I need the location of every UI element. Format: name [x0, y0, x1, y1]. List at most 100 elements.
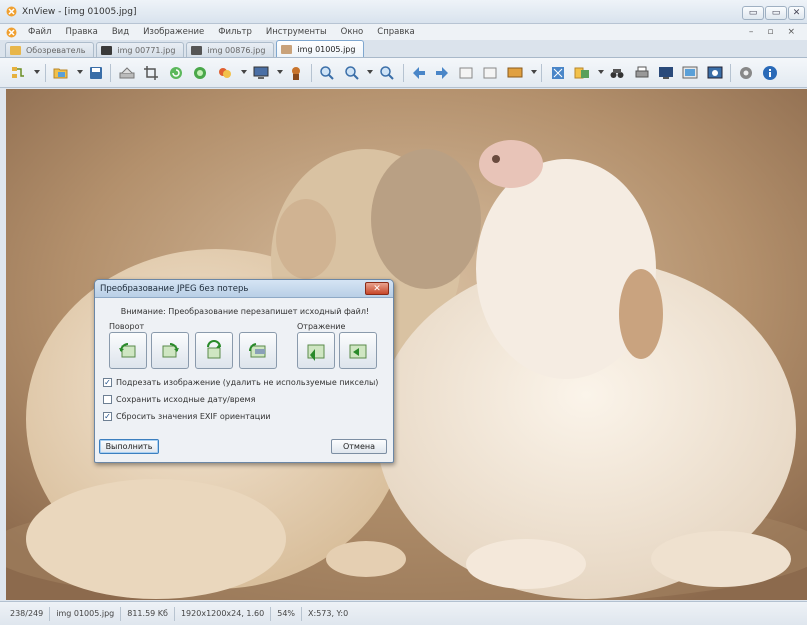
close-icon: ✕ — [373, 283, 381, 294]
option-trim-image[interactable]: ✓ Подрезать изображение (удалить не испо… — [103, 378, 378, 387]
screen-icon[interactable] — [657, 64, 675, 82]
menu-help[interactable]: Справка — [370, 24, 421, 40]
toolbar-separator — [110, 64, 111, 82]
xnview-logo-icon — [6, 6, 17, 17]
option-reset-exif[interactable]: ✓ Сбросить значения EXIF ориентации — [103, 412, 271, 421]
dialog-body: Внимание: Преобразование перезапишет исх… — [95, 298, 393, 462]
execute-button[interactable]: Выполнить — [99, 439, 159, 454]
capture-icon[interactable] — [706, 64, 724, 82]
toolbar-separator — [311, 64, 312, 82]
browser-tab-icon — [10, 45, 21, 55]
settings-icon[interactable] — [737, 64, 755, 82]
tab-image-00876[interactable]: img 00876.jpg — [186, 42, 275, 57]
monitor-icon[interactable] — [252, 64, 270, 82]
zoom-fit-icon[interactable] — [343, 64, 361, 82]
zoom-in-icon[interactable] — [318, 64, 336, 82]
flip-vertical-button[interactable] — [339, 332, 377, 369]
paint-icon[interactable] — [216, 64, 234, 82]
rotate-left-button[interactable] — [109, 332, 147, 369]
mdi-close-button[interactable]: × — [787, 27, 795, 37]
rotate-right-button[interactable] — [151, 332, 189, 369]
green-circle-icon[interactable] — [191, 64, 209, 82]
menu-filter[interactable]: Фильтр — [211, 24, 259, 40]
crop-icon[interactable] — [142, 64, 160, 82]
dialog-title-bar[interactable]: Преобразование JPEG без потерь ✕ — [95, 280, 393, 298]
jpeg-lossless-dialog: Преобразование JPEG без потерь ✕ Внимани… — [94, 279, 394, 463]
rotate-auto-icon — [248, 342, 266, 357]
window-title: XnView - [img 01005.jpg] — [22, 7, 137, 17]
status-image-index: 238/249 — [4, 606, 51, 621]
save-icon[interactable] — [87, 64, 105, 82]
rotate-180-button[interactable] — [195, 332, 233, 369]
menu-edit[interactable]: Правка — [58, 24, 104, 40]
keep-date-checkbox[interactable] — [103, 395, 112, 404]
refresh-icon[interactable] — [167, 64, 185, 82]
open-folder-icon[interactable] — [52, 64, 70, 82]
scanner-icon[interactable] — [118, 64, 136, 82]
reset-exif-label: Сбросить значения EXIF ориентации — [116, 412, 271, 421]
browser-icon[interactable] — [10, 64, 28, 82]
flip-horizontal-button[interactable] — [297, 332, 335, 369]
maximize-button[interactable]: ▭ — [765, 6, 787, 20]
browser-dropdown-icon[interactable] — [34, 70, 40, 74]
thumbnail-icon[interactable] — [681, 64, 699, 82]
image-tab-icon — [281, 44, 293, 54]
toolbar-separator — [403, 64, 404, 82]
compare-dropdown-icon[interactable] — [598, 70, 604, 74]
menu-window[interactable]: Окно — [334, 24, 371, 40]
tab-strip: Обозреватель img 00771.jpg img 00876.jpg… — [0, 40, 807, 58]
reset-exif-checkbox[interactable]: ✓ — [103, 412, 112, 421]
tab-browser[interactable]: Обозреватель — [5, 42, 95, 57]
mdi-minimize-button[interactable]: – — [749, 27, 754, 37]
paint-dropdown-icon[interactable] — [241, 70, 247, 74]
compare-icon[interactable] — [573, 64, 591, 82]
dialog-close-button[interactable]: ✕ — [365, 282, 389, 295]
rotate-right-icon — [162, 342, 179, 357]
image-tab-icon — [191, 45, 203, 55]
toolbar-separator — [45, 64, 46, 82]
fullscreen-icon[interactable] — [549, 64, 567, 82]
tab-label: img 00876.jpg — [207, 45, 266, 55]
trim-image-checkbox[interactable]: ✓ — [103, 378, 112, 387]
rotate-left-icon — [119, 342, 136, 357]
menu-tools[interactable]: Инструменты — [259, 24, 334, 40]
status-zoom: 54% — [271, 606, 303, 621]
find-icon[interactable] — [608, 64, 626, 82]
tab-image-01005[interactable]: img 01005.jpg — [276, 40, 365, 57]
print-icon[interactable] — [633, 64, 651, 82]
info-icon[interactable] — [761, 64, 779, 82]
close-icon: ✕ — [792, 8, 801, 18]
last-image-icon[interactable] — [481, 64, 499, 82]
maximize-icon: ▭ — [771, 8, 781, 18]
menu-image[interactable]: Изображение — [136, 24, 211, 40]
wizard-icon[interactable] — [287, 64, 305, 82]
mdi-controls: – ▫ × — [749, 27, 807, 37]
rotate-180-icon — [207, 339, 221, 358]
slideshow-icon[interactable] — [506, 64, 524, 82]
zoom-out-icon[interactable] — [378, 64, 396, 82]
monitor-dropdown-icon[interactable] — [277, 70, 283, 74]
mirror-group-label: Отражение — [297, 322, 346, 331]
menu-file[interactable]: Файл — [21, 24, 58, 40]
rotate-auto-button[interactable] — [239, 332, 277, 369]
mdi-restore-button[interactable]: ▫ — [767, 27, 773, 37]
flip-horizontal-icon — [307, 344, 325, 361]
zoom-dropdown-icon[interactable] — [367, 70, 373, 74]
keep-date-label: Сохранить исходные дату/время — [116, 395, 256, 404]
first-image-icon[interactable] — [457, 64, 475, 82]
open-dropdown-icon[interactable] — [77, 70, 83, 74]
back-arrow-icon[interactable] — [410, 64, 428, 82]
minimize-icon: ▭ — [748, 8, 758, 18]
menu-bar: Файл Правка Вид Изображение Фильтр Инстр… — [0, 24, 807, 40]
option-keep-date[interactable]: Сохранить исходные дату/время — [103, 395, 255, 404]
slideshow-dropdown-icon[interactable] — [531, 70, 537, 74]
app-menu-icon[interactable] — [6, 27, 17, 38]
tab-label: Обозреватель — [26, 45, 86, 55]
status-coordinates: X:573, Y:0 — [308, 608, 349, 618]
forward-arrow-icon[interactable] — [433, 64, 451, 82]
menu-view[interactable]: Вид — [105, 24, 136, 40]
cancel-button[interactable]: Отмена — [331, 439, 387, 454]
minimize-button[interactable]: ▭ — [742, 6, 764, 20]
close-button[interactable]: ✕ — [788, 6, 805, 20]
tab-image-00771[interactable]: img 00771.jpg — [96, 42, 185, 57]
